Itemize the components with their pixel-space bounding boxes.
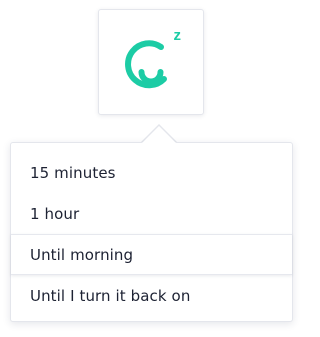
menu-item-until-morning[interactable]: Until morning (11, 234, 292, 275)
menu-item-15-minutes[interactable]: 15 minutes (11, 152, 292, 193)
menu-item-until-turn-back-on[interactable]: Until I turn it back on (11, 275, 292, 316)
snooze-popover: z 15 minutes 1 hour Until morning Until … (0, 0, 308, 337)
popover-arrow-fill (141, 126, 177, 144)
menu-item-label: 1 hour (30, 204, 80, 223)
snooze-z-badge: z (174, 27, 182, 44)
menu-list: 15 minutes 1 hour Until morning Until I … (11, 152, 292, 316)
menu-item-label: Until I turn it back on (30, 286, 191, 305)
menu-item-label: 15 minutes (30, 163, 116, 182)
snooze-app-button[interactable]: z (98, 9, 204, 115)
menu-item-1-hour[interactable]: 1 hour (11, 193, 292, 234)
snooze-duration-menu: 15 minutes 1 hour Until morning Until I … (10, 142, 293, 322)
menu-item-label: Until morning (30, 245, 134, 264)
snooze-smiley-icon: z (125, 27, 182, 89)
